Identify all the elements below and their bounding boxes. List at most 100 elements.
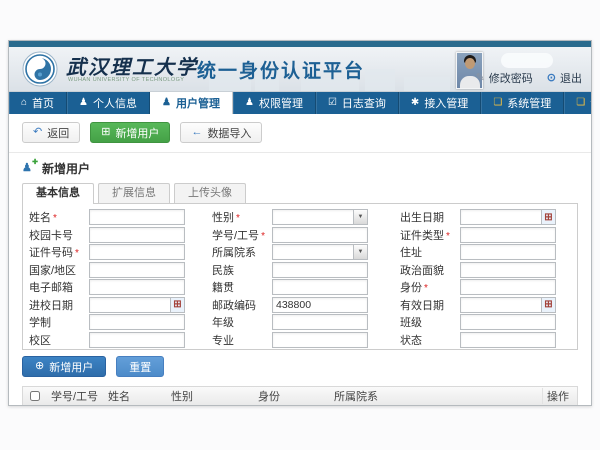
nav-item-subscription-management[interactable]: ❏ 订阅管理 [564,92,592,114]
user-icon: ♟ [162,98,171,108]
department-label: 所属院系 [212,244,272,260]
change-password-label: 修改密码 [489,70,533,86]
data-import-button-label: 数据导入 [207,125,251,141]
add-user-button[interactable]: ⊞ 新增用户 [90,122,170,143]
political-status-input[interactable] [461,263,555,277]
reset-button[interactable]: 重置 [116,356,164,377]
ethnicity-input[interactable] [273,263,367,277]
form-row: 状态 [400,332,556,348]
calendar-icon[interactable]: ⊞ [541,298,555,312]
email-input[interactable] [90,280,184,294]
form-row: 身份* [400,279,556,295]
chevron-down-icon[interactable]: ▼ [353,210,367,224]
select-all-checkbox[interactable] [30,391,40,401]
building-watermark [404,77,450,91]
form-row: 政治面貌 [400,262,556,278]
status-input[interactable] [461,333,555,347]
form-row: 所属院系 ▼ [212,244,368,260]
address-input[interactable] [461,245,555,259]
nav-item-profile[interactable]: ♟ 个人信息 [67,92,150,114]
calendar-icon[interactable]: ⊞ [541,210,555,224]
identity-input[interactable] [461,280,555,294]
nav-item-system-management[interactable]: ❏ 系统管理 [481,92,564,114]
required-asterisk: * [53,213,57,224]
nav-item-log-query[interactable]: ☑ 日志查询 [316,92,399,114]
form-row: 籍贯 [212,279,368,295]
id-type-input[interactable] [461,228,555,242]
tab-upload-avatar[interactable]: 上传头像 [174,183,246,203]
change-password-link[interactable]: ✎ 修改密码 [476,70,533,86]
university-logo [22,51,58,87]
platform-title: 统一身份认证平台 [197,56,365,83]
schooling-length-input[interactable] [90,315,184,329]
name-input[interactable] [90,210,184,224]
postal-code-input[interactable] [273,298,367,312]
tab-basic-info[interactable]: 基本信息 [22,183,94,204]
calendar-icon[interactable]: ⊞ [170,298,184,312]
nav-item-user-management[interactable]: ♟ 用户管理 [150,92,233,114]
campus-card-no-input[interactable] [90,228,184,242]
form-row: 校园卡号 [29,227,185,243]
form-column-3: 出生日期 ⊞ 证件类型* 住址 政治面貌 身份* 有效日期 ⊞ 班级 状态 [400,209,556,349]
gender-label: 性别* [212,209,272,225]
logout-link[interactable]: ⊙ 退出 [547,70,582,86]
home-icon: ⌂ [21,98,27,108]
user-icon: ♟ [79,98,88,108]
column-header-department: 所属院系 [330,388,542,404]
data-import-button[interactable]: ← 数据导入 [180,122,262,143]
nav-item-label: 日志查询 [342,95,386,111]
pencil-icon: ✎ [476,73,485,84]
form-row: 年级 [212,314,368,330]
form-row: 性别* ▼ [212,209,368,225]
valid-date-input[interactable] [461,298,541,312]
nav-item-label: 权限管理 [259,95,303,111]
university-name-en: WUHAN UNIVERSITY OF TECHNOLOGY [68,77,184,83]
required-asterisk: * [261,231,265,242]
department-input[interactable] [273,245,353,259]
form-row: 班级 [400,314,556,330]
nav-item-label: 首页 [32,95,54,111]
form-row: 姓名* [29,209,185,225]
grade-input[interactable] [273,315,367,329]
form-row: 民族 [212,262,368,278]
submit-button-label: 新增用户 [49,359,93,375]
form-tabs: 基本信息 扩展信息 上传头像 [9,180,591,203]
building-watermark [365,69,395,91]
nav-item-label: 接入管理 [424,95,468,111]
chevron-down-icon[interactable]: ▼ [353,245,367,259]
add-user-icon: ⊞ [101,127,110,138]
form-row: 证件号码* [29,244,185,260]
required-asterisk: * [75,248,79,259]
column-header-student-no: 学号/工号 [47,388,104,404]
student-no-input[interactable] [273,228,367,242]
nav-item-access-management[interactable]: ✱ 接入管理 [399,92,481,114]
tab-extended-info[interactable]: 扩展信息 [98,183,170,203]
country-region-label: 国家/地区 [29,262,89,278]
native-place-input[interactable] [273,280,367,294]
campus-input[interactable] [90,333,184,347]
enroll-date-input[interactable] [90,298,170,312]
country-region-input[interactable] [90,263,184,277]
folder-icon: ❏ [493,98,502,108]
plus-circle-icon: ⊕ [35,361,44,372]
nav-item-home[interactable]: ⌂ 首页 [9,92,67,114]
header: 武汉理工大学 WUHAN UNIVERSITY OF TECHNOLOGY 统一… [9,47,591,92]
valid-date-label: 有效日期 [400,297,460,313]
gender-input[interactable] [273,210,353,224]
required-asterisk: * [446,231,450,242]
schooling-length-label: 学制 [29,314,89,330]
folder-icon: ❏ [576,98,585,108]
postal-code-label: 邮政编码 [212,297,272,313]
birth-date-label: 出生日期 [400,209,460,225]
back-arrow-icon: ↶ [33,127,42,138]
id-number-input[interactable] [90,245,184,259]
birth-date-input[interactable] [461,210,541,224]
native-place-label: 籍贯 [212,279,272,295]
back-button[interactable]: ↶ 返回 [22,122,80,143]
major-input[interactable] [273,333,367,347]
class-input[interactable] [461,315,555,329]
submit-add-user-button[interactable]: ⊕ 新增用户 [22,356,106,377]
nav-item-label: 订阅管理 [590,95,592,111]
ethnicity-label: 民族 [212,262,272,278]
nav-item-permission-management[interactable]: ♟ 权限管理 [233,92,316,114]
